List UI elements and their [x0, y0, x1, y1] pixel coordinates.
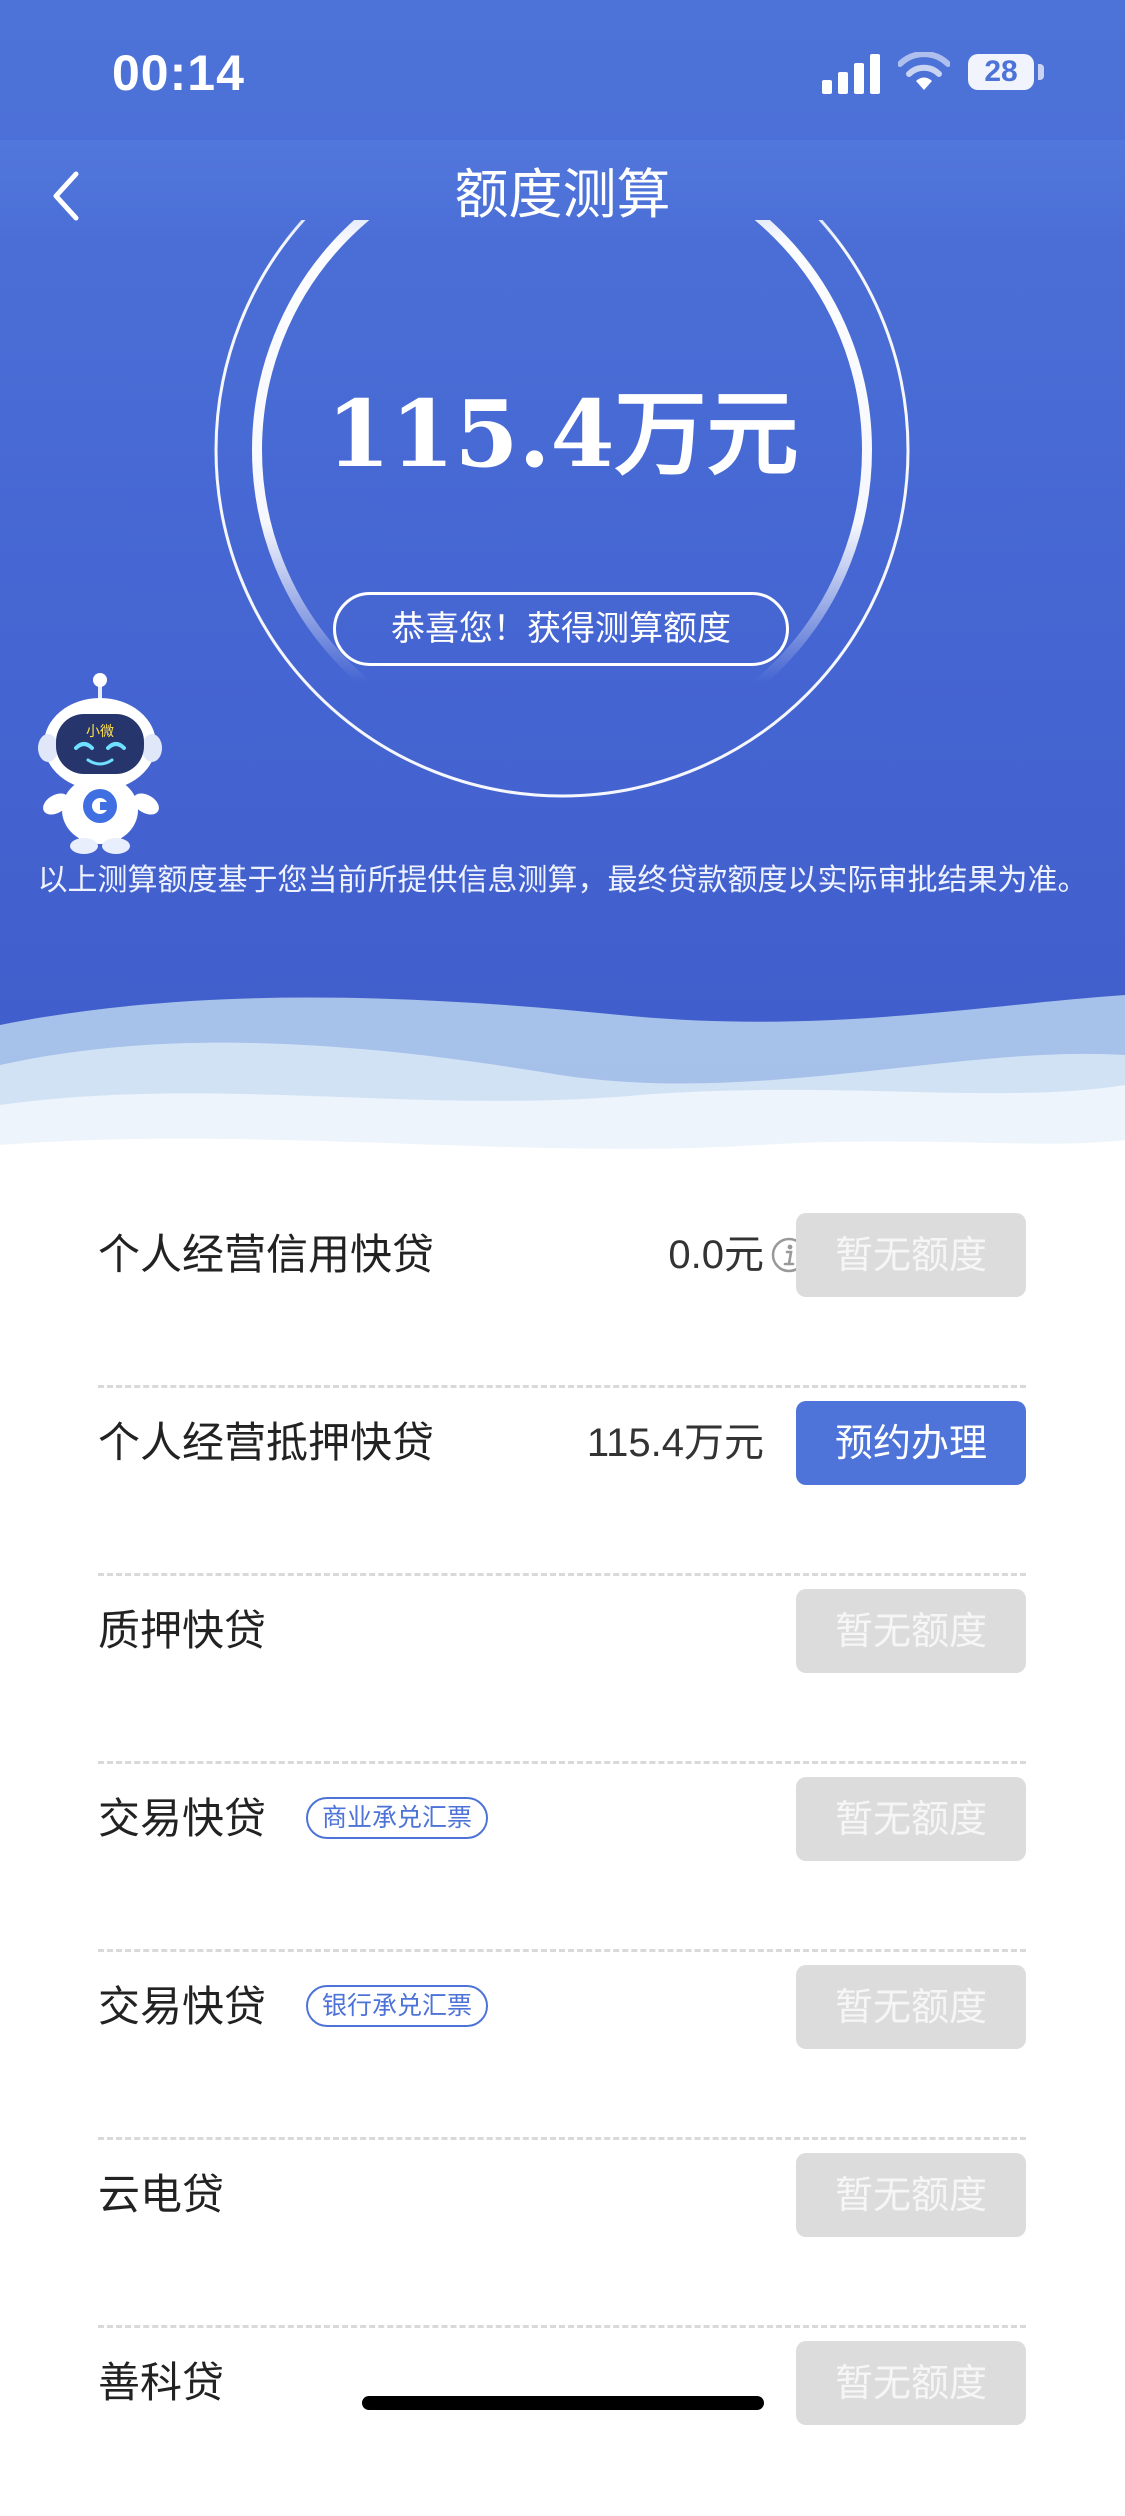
product-name: 交易快贷 [98, 1982, 267, 2031]
robot-mascot-icon: 小微 [38, 673, 162, 854]
product-row: 交易快贷 银行承兑汇票 暂无额度 [98, 1952, 1026, 2140]
disclaimer-text: 以上测算额度基于您当前所提供信息测算，最终贷款额度以实际审批结果为准。 [37, 863, 1088, 898]
product-name: 交易快贷 [98, 1794, 267, 1843]
signal-icon [822, 54, 880, 94]
congrats-badge: 恭喜您！获得测算额度 [333, 592, 789, 666]
no-quota-button: 暂无额度 [796, 1777, 1026, 1861]
product-row: 个人经营抵押快贷 115.4万元 预约办理 [98, 1388, 1026, 1576]
nav-bar: 额度测算 [0, 140, 1125, 250]
product-amount: 115.4万元 [586, 1421, 764, 1465]
no-quota-button: 暂无额度 [796, 2341, 1026, 2425]
estimated-amount: 115.4万元 [326, 380, 799, 488]
wifi-icon [898, 52, 950, 90]
reserve-button[interactable]: 预约办理 [796, 1401, 1026, 1485]
no-quota-button: 暂无额度 [796, 1589, 1026, 1673]
product-name: 质押快贷 [98, 1606, 267, 1655]
status-time: 00:14 [112, 45, 245, 101]
product-amount: 0.0元 [668, 1233, 764, 1277]
battery-icon: 28 [968, 54, 1034, 90]
product-name: 个人经营抵押快贷 [98, 1418, 435, 1467]
no-quota-button: 暂无额度 [796, 1213, 1026, 1297]
product-row: 质押快贷 暂无额度 [98, 1576, 1026, 1764]
no-quota-button: 暂无额度 [796, 1965, 1026, 2049]
status-bar: 00:14 28 [0, 0, 1125, 140]
home-indicator[interactable] [362, 2396, 764, 2410]
no-quota-button: 暂无额度 [796, 2153, 1026, 2237]
wave-decoration [0, 995, 1125, 1200]
product-row: 交易快贷 商业承兑汇票 暂无额度 [98, 1764, 1026, 1952]
product-row: 个人经营信用快贷 0.0元 暂无额度 [98, 1200, 1026, 1388]
product-name: 善科贷 [98, 2358, 225, 2407]
product-row: 云电贷 暂无额度 [98, 2140, 1026, 2328]
product-name: 云电贷 [98, 2170, 225, 2219]
product-tag: 商业承兑汇票 [306, 1797, 489, 1839]
product-row: 善科贷 暂无额度 [98, 2328, 1026, 2516]
amount-ring [214, 220, 910, 798]
product-tag: 银行承兑汇票 [306, 1985, 489, 2027]
back-arrow-icon[interactable] [40, 160, 100, 230]
mascot-badge: 小微 [86, 724, 114, 740]
battery-cap [1038, 64, 1044, 80]
page-title: 额度测算 [454, 163, 671, 226]
product-name: 个人经营信用快贷 [98, 1230, 435, 1279]
